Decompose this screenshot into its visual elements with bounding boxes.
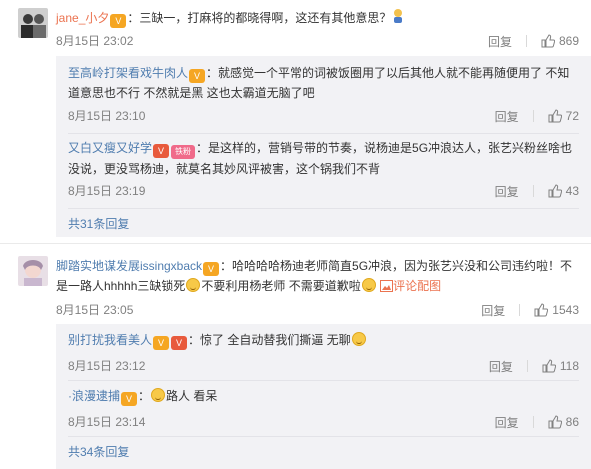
like-count: 86: [565, 415, 579, 429]
like-button[interactable]: 1543: [534, 303, 579, 317]
like-button[interactable]: 118: [542, 359, 579, 373]
reply-button[interactable]: 回复: [495, 108, 519, 125]
comment-body: 脚踏实地谋发展issingxback V ：哈哈哈哈杨迪老师简直5G冲浪，因为张艺兴…: [56, 256, 579, 296]
like-button[interactable]: 72: [548, 109, 579, 123]
comment-username[interactable]: 脚踏实地谋发展issingxback: [56, 259, 202, 273]
fan-badge: 铁粉: [171, 145, 196, 159]
more-replies-link[interactable]: 共31条回复: [68, 214, 129, 234]
like-count: 118: [559, 359, 579, 373]
comment-item: 脚踏实地谋发展issingxback V ：哈哈哈哈杨迪老师简直5G冲浪，因为张艺兴…: [0, 250, 591, 469]
reply-body: 别打扰我看美人 V V ：惊了 全自动替我们撕逼 无聊: [68, 330, 591, 350]
divider: [532, 416, 534, 428]
vip-badge-icon: V: [203, 262, 220, 276]
vip-badge-icon: V: [171, 336, 188, 350]
reply-username[interactable]: 别打扰我看美人: [68, 333, 152, 347]
reply-text: 路人 看呆: [166, 389, 218, 403]
thumbs-up-icon: [541, 34, 555, 48]
comment-image-link[interactable]: 评论配图: [380, 279, 441, 293]
divider: [526, 360, 528, 372]
reply-footer: 8月15日 23:19 回复 43: [68, 181, 591, 201]
more-replies-link[interactable]: 共34条回复: [68, 442, 129, 462]
avatar-image: [18, 8, 48, 38]
reply-divider: [68, 208, 579, 209]
image-icon: [380, 280, 394, 292]
reply-time: 8月15日 23:10: [68, 109, 146, 123]
reply-list: 至高岭打架看戏牛肉人 V ：就感觉一个平常的词被饭圈用了以后其他人就不能再随便用了 …: [56, 56, 591, 237]
vip-badge-icon: V: [153, 336, 170, 350]
reply-footer: 8月15日 23:10 回复 72: [68, 106, 591, 126]
divider: [519, 304, 521, 316]
comment-text-2: 不要利用杨老师 不需要道歉啦: [201, 279, 361, 293]
like-count: 1543: [552, 303, 579, 317]
divider: [525, 35, 527, 47]
comment-text: ：三缺一，打麻将的都晓得啊，这还有其他意思？: [127, 11, 392, 25]
comment-separator: [0, 243, 591, 244]
reply-time: 8月15日 23:19: [68, 184, 146, 198]
comment-body: jane_小夕 V ：三缺一，打麻将的都晓得啊，这还有其他意思？: [56, 8, 405, 30]
reply-item: 又白又瘦又好学 V 铁粉 ：是这样的，营销号带的节奏，说杨迪是5G冲浪达人，张艺兴粉丝…: [68, 138, 591, 204]
thumbs-up-icon: [534, 303, 549, 317]
comment-time: 8月15日 23:05: [56, 303, 134, 317]
reply-actions: 回复 118: [489, 356, 579, 376]
reply-button[interactable]: 回复: [489, 358, 513, 375]
like-count: 869: [558, 34, 579, 48]
avatar-image: [18, 256, 48, 286]
reply-divider: [68, 380, 579, 381]
like-count: 43: [565, 184, 579, 198]
vip-badge-icon: V: [110, 14, 127, 28]
thumbs-up-icon: [548, 415, 562, 429]
avatar[interactable]: [18, 256, 48, 286]
avatar[interactable]: [18, 8, 48, 38]
divider: [532, 110, 534, 122]
comment-actions: 回复 869: [488, 31, 579, 51]
reply-divider: [68, 436, 579, 437]
reply-username[interactable]: 至高岭打架看戏牛肉人: [68, 66, 188, 80]
reply-button[interactable]: 回复: [495, 414, 519, 431]
laugh-emoji-icon: [351, 332, 366, 346]
like-count: 72: [565, 109, 579, 123]
comment-username[interactable]: jane_小夕: [56, 11, 109, 25]
reply-colon: ：: [138, 389, 151, 403]
reply-button[interactable]: 回复: [488, 33, 512, 50]
reply-body: 又白又瘦又好学 V 铁粉 ：是这样的，营销号带的节奏，说杨迪是5G冲浪达人，张艺兴粉丝…: [68, 138, 591, 179]
vip-badge-icon: V: [153, 144, 170, 158]
reply-text: ：惊了 全自动替我们撕逼 无聊: [188, 333, 351, 347]
reply-body: ·浪漫逮捕 V： 路人 看呆: [68, 386, 591, 406]
reply-button[interactable]: 回复: [495, 183, 519, 200]
figure-emoji-icon: [391, 8, 405, 30]
thumbs-up-icon: [548, 109, 562, 123]
reply-divider: [68, 133, 579, 134]
reply-actions: 回复 86: [495, 412, 579, 432]
thumbs-up-icon: [542, 359, 556, 373]
reply-footer: 8月15日 23:14 回复 86: [68, 412, 591, 432]
like-button[interactable]: 43: [548, 184, 579, 198]
reply-button[interactable]: 回复: [481, 302, 505, 319]
reply-item: 别打扰我看美人 V V ：惊了 全自动替我们撕逼 无聊 8月15日 23:12 回复 …: [68, 330, 591, 376]
like-button[interactable]: 869: [541, 34, 579, 48]
divider: [532, 185, 534, 197]
shocked-emoji-icon: [151, 388, 166, 402]
reply-item: 至高岭打架看戏牛肉人 V ：就感觉一个平常的词被饭圈用了以后其他人就不能再随便用了 …: [68, 63, 591, 129]
reply-footer: 8月15日 23:12 回复 118: [68, 356, 591, 376]
comment-image-label[interactable]: 评论配图: [393, 279, 441, 293]
vip-badge-icon: V: [189, 69, 206, 83]
reply-item: ·浪漫逮捕 V： 路人 看呆 8月15日 23:14 回复 86: [68, 386, 591, 432]
thumbs-up-icon: [548, 184, 562, 198]
reply-username[interactable]: 又白又瘦又好学: [68, 141, 152, 155]
reply-time: 8月15日 23:12: [68, 359, 146, 373]
smile-emoji-icon: [186, 278, 201, 292]
reply-time: 8月15日 23:14: [68, 415, 146, 429]
reply-list: 别打扰我看美人 V V ：惊了 全自动替我们撕逼 无聊 8月15日 23:12 回复 …: [56, 324, 591, 469]
reply-username[interactable]: ·浪漫逮捕: [68, 389, 120, 403]
laugh-emoji-icon: [361, 278, 376, 292]
comment-time: 8月15日 23:02: [56, 34, 134, 48]
reply-actions: 回复 72: [495, 106, 579, 126]
reply-actions: 回复 43: [495, 181, 579, 201]
reply-body: 至高岭打架看戏牛肉人 V ：就感觉一个平常的词被饭圈用了以后其他人就不能再随便用了 …: [68, 63, 591, 103]
vip-badge-icon: V: [121, 392, 138, 406]
comment-actions: 回复 1543: [481, 300, 579, 320]
like-button[interactable]: 86: [548, 415, 579, 429]
comment-item: jane_小夕 V ：三缺一，打麻将的都晓得啊，这还有其他意思？ 8月15日 23:…: [0, 0, 591, 237]
